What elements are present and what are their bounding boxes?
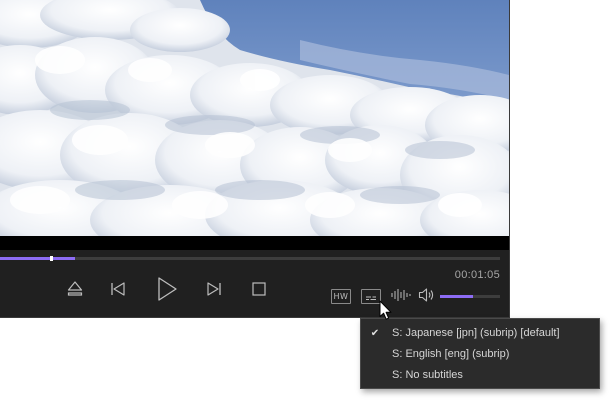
eject-button[interactable] bbox=[65, 277, 85, 301]
eject-icon bbox=[67, 281, 83, 296]
skip-next-icon bbox=[207, 282, 221, 296]
previous-button[interactable] bbox=[108, 277, 128, 301]
subtitle-option-none[interactable]: S: No subtitles bbox=[361, 365, 599, 386]
subtitles-icon bbox=[366, 296, 376, 300]
play-icon bbox=[158, 277, 177, 301]
hardware-decoding-label: HW bbox=[333, 292, 349, 301]
video-letterbox bbox=[0, 236, 509, 250]
subtitle-option-label: S: Japanese [jpn] (subrip) [default] bbox=[392, 327, 560, 339]
seek-bar[interactable] bbox=[0, 256, 500, 261]
video-frame[interactable] bbox=[0, 0, 509, 236]
subtitle-track-menu: ✔ S: Japanese [jpn] (subrip) [default] S… bbox=[360, 318, 600, 389]
skip-previous-icon bbox=[111, 282, 125, 296]
subtitle-option-english[interactable]: S: English [eng] (subrip) bbox=[361, 344, 599, 365]
subtitle-option-label: S: No subtitles bbox=[392, 369, 463, 381]
subtitles-button[interactable] bbox=[361, 289, 381, 304]
control-bar: 00:01:05 HW bbox=[0, 250, 509, 317]
audio-waveform-icon bbox=[391, 289, 411, 301]
stop-button[interactable] bbox=[249, 277, 269, 301]
hardware-decoding-button[interactable]: HW bbox=[331, 289, 351, 304]
subtitle-option-japanese[interactable]: ✔ S: Japanese [jpn] (subrip) [default] bbox=[361, 323, 599, 344]
speaker-icon bbox=[418, 288, 434, 302]
checkmark-icon: ✔ bbox=[370, 328, 380, 339]
volume-slider-level bbox=[440, 295, 473, 298]
stop-icon bbox=[252, 282, 266, 296]
subtitle-option-label: S: English [eng] (subrip) bbox=[392, 348, 510, 360]
screen: 00:01:05 HW ✔ S: Japanese [jpn] (subrip)… bbox=[0, 0, 610, 400]
time-display: 00:01:05 bbox=[454, 269, 500, 281]
seek-bar-progress bbox=[0, 257, 75, 260]
mute-button[interactable] bbox=[417, 287, 437, 303]
next-button[interactable] bbox=[204, 277, 224, 301]
audio-track-button[interactable] bbox=[390, 287, 412, 303]
volume-slider[interactable] bbox=[440, 295, 500, 298]
media-player-window: 00:01:05 HW bbox=[0, 0, 510, 318]
video-clouds-image bbox=[0, 0, 509, 236]
play-button[interactable] bbox=[153, 275, 181, 303]
seek-bar-handle[interactable] bbox=[50, 256, 53, 261]
